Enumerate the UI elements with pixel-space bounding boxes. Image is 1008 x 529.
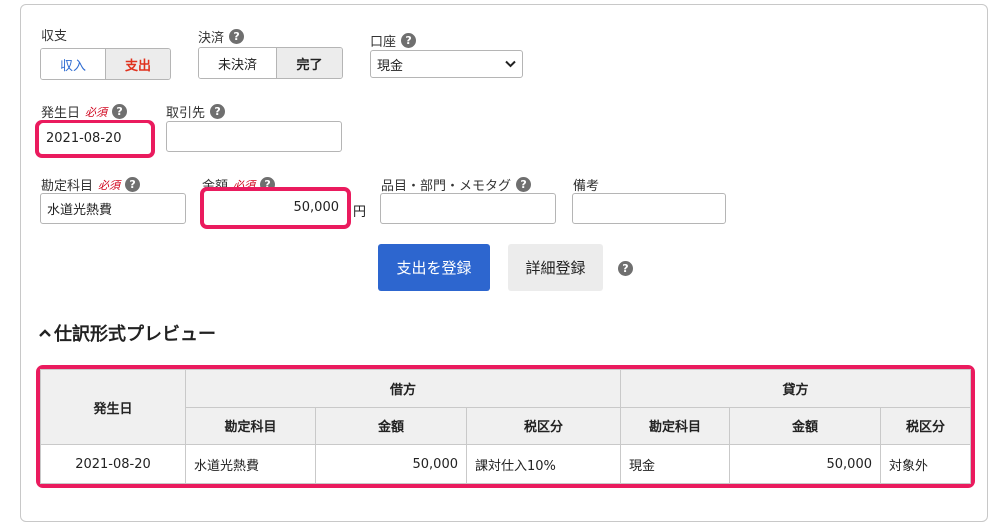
header-credit-account: 勘定科目 xyxy=(620,406,730,446)
category-input-value: 水道光熱費 xyxy=(47,203,113,218)
amount-input[interactable]: 50,000 xyxy=(205,191,345,224)
cell-credit-amount: 50,000 xyxy=(729,444,881,484)
header-date: 発生日 xyxy=(40,368,186,446)
header-credit-tax: 税区分 xyxy=(880,406,971,446)
settlement-label-text: 決済 xyxy=(198,31,225,46)
header-credit: 貸方 xyxy=(620,369,971,408)
date-input[interactable]: 2021-08-20 xyxy=(40,123,150,154)
date-label: 発生日 必須 ? xyxy=(41,102,128,121)
account-help-icon[interactable]: ? xyxy=(401,33,417,48)
chevron-up-icon xyxy=(39,329,51,337)
income-button[interactable]: 収入 xyxy=(41,49,106,79)
required-badge: 必須 xyxy=(98,178,121,192)
amount-unit: 円 xyxy=(353,205,367,220)
chevron-down-icon xyxy=(505,60,516,68)
type-label: 収支 xyxy=(41,25,67,44)
item-help-icon[interactable]: ? xyxy=(516,177,532,192)
note-input[interactable] xyxy=(572,193,726,224)
cell-credit-account: 現金 xyxy=(620,444,730,484)
preview-toggle[interactable]: 仕訳形式プレビュー xyxy=(38,320,216,346)
actions-help-icon[interactable]: ? xyxy=(618,261,633,276)
category-label-text: 勘定科目 xyxy=(41,179,94,194)
date-help-icon[interactable]: ? xyxy=(112,104,128,119)
partner-label-text: 取引先 xyxy=(166,106,206,121)
account-select-value: 現金 xyxy=(377,58,404,74)
required-badge: 必須 xyxy=(85,105,108,119)
header-debit: 借方 xyxy=(185,369,621,408)
settlement-label: 決済 ? xyxy=(198,27,245,46)
preview-table: 発生日 借方 貸方 勘定科目 金額 税区分 勘定科目 金額 税区分 2021-0… xyxy=(40,368,971,484)
cell-date: 2021-08-20 xyxy=(40,444,186,484)
header-debit-account: 勘定科目 xyxy=(185,406,316,446)
register-expense-button[interactable]: 支出を登録 xyxy=(378,244,490,291)
expense-button[interactable]: 支出 xyxy=(106,49,170,79)
category-label: 勘定科目 必須 ? xyxy=(41,175,141,194)
date-input-value: 2021-08-20 xyxy=(46,131,122,146)
cell-credit-tax: 対象外 xyxy=(880,444,971,484)
partner-help-icon[interactable]: ? xyxy=(210,104,226,119)
header-credit-amount: 金額 xyxy=(729,406,881,446)
note-label: 備考 xyxy=(573,175,599,194)
detail-register-button[interactable]: 詳細登録 xyxy=(508,244,603,291)
header-debit-amount: 金額 xyxy=(315,406,467,446)
cell-debit-amount: 50,000 xyxy=(315,444,467,484)
type-toggle: 収入 支出 xyxy=(40,48,171,80)
category-input[interactable]: 水道光熱費 xyxy=(40,193,186,224)
unsettled-button[interactable]: 未決済 xyxy=(199,48,277,78)
account-select[interactable]: 現金 xyxy=(370,50,523,78)
settlement-toggle: 未決済 完了 xyxy=(198,47,343,79)
item-label-text: 品目・部門・メモタグ xyxy=(381,179,512,194)
journal-entry-panel: 収支 収入 支出 決済 ? 未決済 完了 口座 ? 現金 発生日 必須 ? 20… xyxy=(20,4,988,522)
preview-title: 仕訳形式プレビュー xyxy=(54,324,216,345)
header-debit-tax: 税区分 xyxy=(466,406,621,446)
category-help-icon[interactable]: ? xyxy=(125,177,141,192)
table-header-row: 発生日 借方 貸方 xyxy=(40,368,971,446)
date-label-text: 発生日 xyxy=(41,106,81,121)
type-label-text: 収支 xyxy=(41,29,68,44)
account-label: 口座 ? xyxy=(370,31,417,50)
item-label: 品目・部門・メモタグ ? xyxy=(381,175,532,194)
partner-input[interactable] xyxy=(166,121,342,152)
item-input[interactable] xyxy=(380,193,556,224)
account-label-text: 口座 xyxy=(370,35,397,50)
settled-button[interactable]: 完了 xyxy=(276,48,342,78)
journal-table: 発生日 借方 貸方 勘定科目 金額 税区分 勘定科目 金額 税区分 2021-0… xyxy=(40,368,971,484)
cell-debit-account: 水道光熱費 xyxy=(185,444,316,484)
partner-label: 取引先 ? xyxy=(166,102,226,121)
cell-debit-tax: 課対仕入10% xyxy=(466,444,621,484)
amount-input-value: 50,000 xyxy=(293,200,340,215)
note-label-text: 備考 xyxy=(573,179,600,194)
settlement-help-icon[interactable]: ? xyxy=(229,29,245,44)
table-row: 2021-08-20 水道光熱費 50,000 課対仕入10% 現金 50,00… xyxy=(40,444,971,484)
